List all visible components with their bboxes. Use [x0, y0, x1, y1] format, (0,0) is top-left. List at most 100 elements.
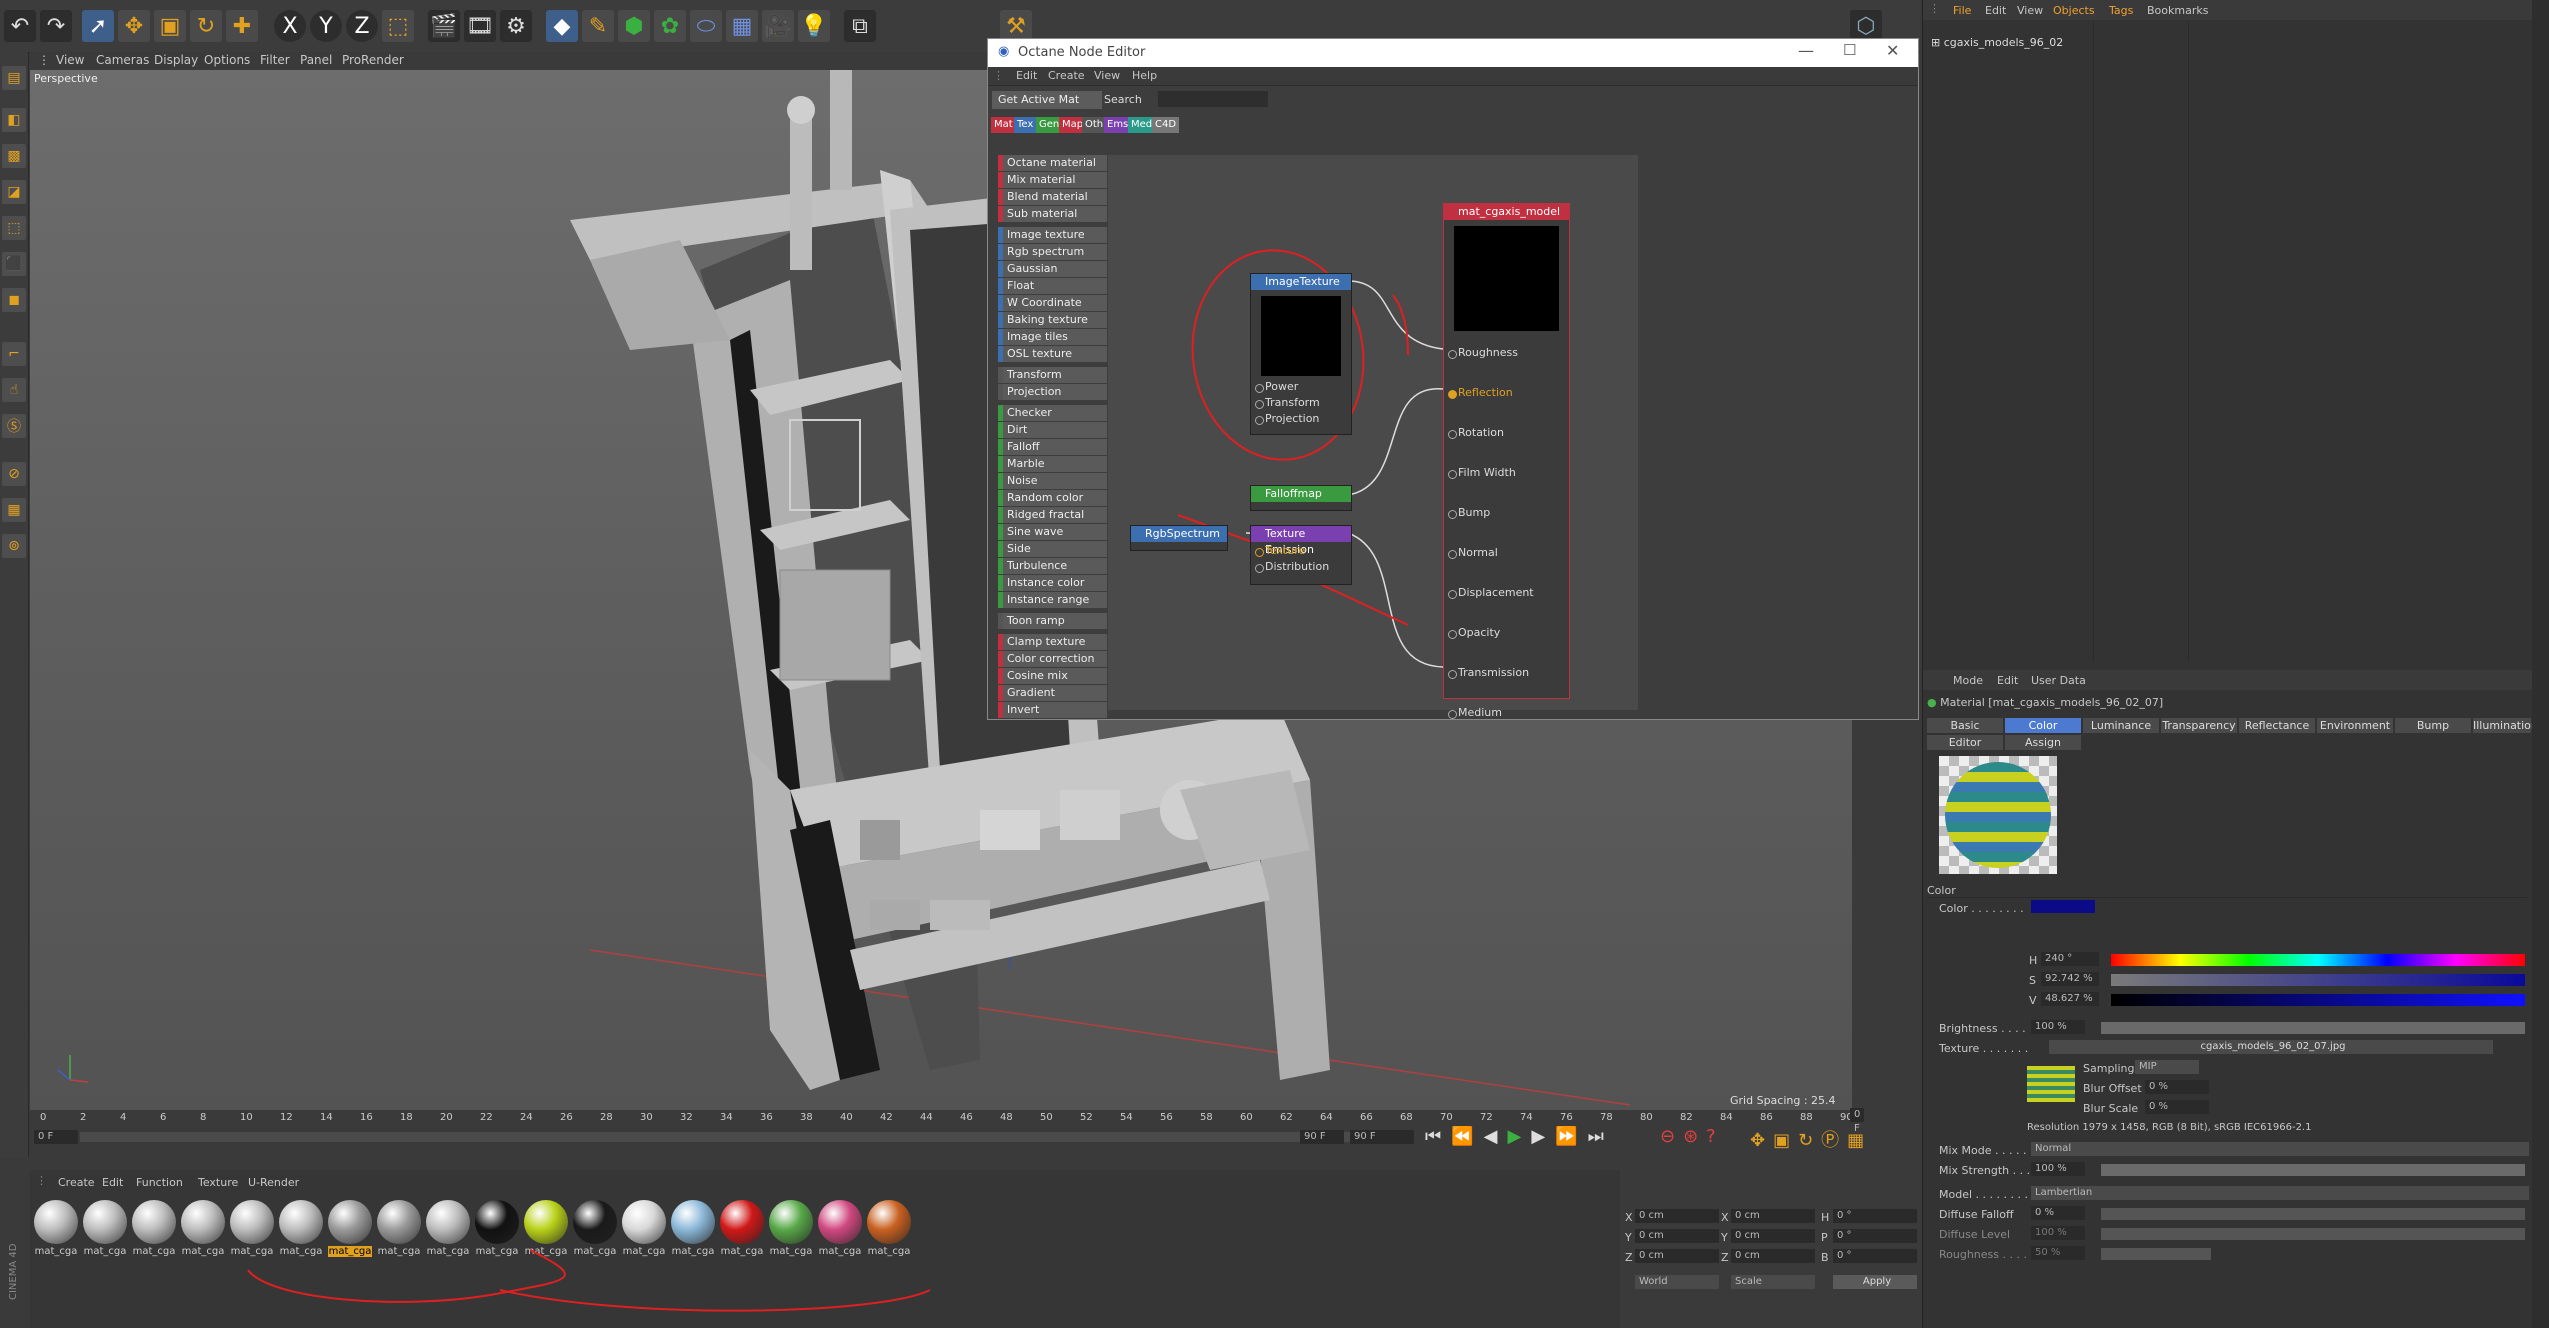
material-port-icon[interactable]	[1448, 430, 1457, 439]
rot-b-field[interactable]: 0 °	[1833, 1249, 1917, 1263]
material-port-icon[interactable]	[1448, 350, 1457, 359]
objects-menu-objects[interactable]: Objects	[2053, 4, 2095, 17]
tab-basic[interactable]: Basic	[1927, 718, 2003, 733]
node-list-item[interactable]: Instance color	[998, 575, 1107, 591]
objects-menu-view[interactable]: View	[2017, 4, 2043, 17]
material-port-icon[interactable]	[1448, 550, 1457, 559]
node-list-item[interactable]: Dirt	[998, 422, 1107, 438]
tab-color[interactable]: Color	[2005, 718, 2081, 733]
coord-y-field[interactable]: 0 cm	[1635, 1229, 1719, 1243]
node-list-item[interactable]: Sub material	[998, 206, 1107, 222]
diffuse-level-field[interactable]: 100 %	[2031, 1226, 2085, 1240]
diffuse-level-slider[interactable]	[2101, 1228, 2525, 1240]
scale-tool-icon[interactable]: ▣	[154, 10, 186, 42]
node-menu-view[interactable]: View	[1094, 69, 1120, 82]
objects-menu-bookmarks[interactable]: Bookmarks	[2147, 4, 2208, 17]
tab-editor[interactable]: Editor	[1927, 735, 2003, 750]
tab-environment[interactable]: Environment	[2317, 718, 2393, 733]
node-list-item[interactable]: Projection	[998, 384, 1107, 400]
render-picture-viewer-icon[interactable]: 🎞	[464, 10, 496, 42]
node-list-item[interactable]: Rgb spectrum	[998, 244, 1107, 260]
saturation-slider[interactable]	[2111, 974, 2525, 986]
transform-port-icon[interactable]	[1255, 400, 1264, 409]
image-texture-node[interactable]: ImageTexture Power Transform Projection	[1250, 273, 1352, 435]
diffuse-falloff-slider[interactable]	[2101, 1208, 2525, 1220]
x-axis-button[interactable]: X	[274, 10, 306, 42]
size-x-field[interactable]: 0 cm	[1731, 1209, 1815, 1223]
roughness-field[interactable]: 50 %	[2031, 1246, 2085, 1260]
polygons-mode-icon[interactable]: ◼	[2, 288, 26, 312]
record-controls[interactable]: ⊖⊛?	[1660, 1126, 1724, 1147]
cat-mat[interactable]: Mat	[991, 117, 1016, 133]
mix-strength-field[interactable]: 100 %	[2031, 1162, 2085, 1176]
timeline[interactable]: 0 2 4 6 8 10 12 14 16 18 20 22 24 26 28 30 32 34 36 38 40 42 4…	[30, 1108, 1864, 1151]
current-frame-field[interactable]: 0 F	[1850, 1108, 1864, 1134]
texture-mode-icon[interactable]: ▩	[2, 144, 26, 168]
size-y-field[interactable]: 0 cm	[1731, 1229, 1815, 1243]
node-list-item[interactable]: Cosine mix	[998, 668, 1107, 684]
color-swatch[interactable]	[2031, 900, 2095, 913]
texture-field[interactable]: cgaxis_models_96_02_07.jpg	[2049, 1040, 2493, 1054]
coord-z-field[interactable]: 0 cm	[1635, 1249, 1719, 1263]
node-list-item[interactable]: Turbulence	[998, 558, 1107, 574]
node-list-item[interactable]: Invert	[998, 702, 1107, 718]
node-menu-help[interactable]: Help	[1132, 69, 1157, 82]
menu-filter[interactable]: Filter	[260, 53, 290, 67]
tab-transparency[interactable]: Transparency	[2161, 718, 2237, 733]
coord-x-field[interactable]: 0 cm	[1635, 1209, 1719, 1223]
workplane-icon[interactable]: ◪	[2, 180, 26, 204]
snap-icon[interactable]: Ⓢ	[2, 414, 26, 438]
node-list-item[interactable]: Ridged fractal	[998, 507, 1107, 523]
select-tool-icon[interactable]: ➚	[82, 10, 114, 42]
node-list-item[interactable]: Baking texture	[998, 312, 1107, 328]
attr-menu-mode[interactable]: Mode	[1953, 674, 1983, 687]
attr-menu-user-data[interactable]: User Data	[2031, 674, 2086, 687]
node-list-item[interactable]: Falloff	[998, 439, 1107, 455]
model-mode-icon[interactable]: ◧	[2, 108, 26, 132]
node-list-item[interactable]: Clamp texture	[998, 634, 1107, 650]
keyframe-controls[interactable]: ✥▣↻Ⓟ▦	[1750, 1126, 1872, 1152]
v-field[interactable]: 48.627 %	[2041, 992, 2099, 1006]
attr-menu-edit[interactable]: Edit	[1997, 674, 2018, 687]
floor-icon[interactable]: ▦	[726, 10, 758, 42]
node-list-item[interactable]: Transform	[998, 367, 1107, 383]
undo-icon[interactable]: ↶	[4, 10, 36, 42]
tab-luminance[interactable]: Luminance	[2083, 718, 2159, 733]
frame-range-slider[interactable]	[80, 1132, 1360, 1142]
node-list-item[interactable]: Float	[998, 278, 1107, 294]
locked-workplane-icon[interactable]: ⊘	[2, 462, 26, 486]
tab-assign[interactable]: Assign	[2005, 735, 2081, 750]
search-input[interactable]	[1158, 91, 1268, 107]
material-node[interactable]: mat_cgaxis_model Roughness Reflection Rota…	[1443, 203, 1570, 719]
light-icon[interactable]: 💡	[798, 10, 830, 42]
blur-offset-field[interactable]: 0 %	[2145, 1080, 2209, 1094]
planar-workplane-icon[interactable]: ▦	[2, 498, 26, 522]
material-port-icon[interactable]	[1448, 510, 1457, 519]
menu-view[interactable]: View	[56, 53, 84, 67]
material-port-icon[interactable]	[1448, 390, 1457, 399]
material-port-icon[interactable]	[1448, 590, 1457, 599]
node-list-item[interactable]: Random color	[998, 490, 1107, 506]
node-list-item[interactable]: Side	[998, 541, 1107, 557]
rotate-tool-icon[interactable]: ↻	[190, 10, 222, 42]
octane-live-viewer-icon[interactable]: ⧉	[844, 10, 876, 42]
mix-strength-slider[interactable]	[2101, 1164, 2525, 1176]
camera-icon[interactable]: 🎥	[762, 10, 794, 42]
brightness-slider[interactable]	[2101, 1022, 2525, 1034]
menu-cameras[interactable]: Cameras	[96, 53, 149, 67]
menu-panel[interactable]: Panel	[300, 53, 332, 67]
scale-dropdown[interactable]: Scale	[1731, 1275, 1815, 1289]
cat-oth[interactable]: Oth	[1082, 117, 1107, 133]
start-frame-field[interactable]: 0 F	[34, 1130, 78, 1144]
node-list-item[interactable]: Mix material	[998, 172, 1107, 188]
sampling-dropdown[interactable]: MIP	[2135, 1060, 2199, 1074]
model-dropdown[interactable]: Lambertian	[2031, 1186, 2529, 1200]
world-dropdown[interactable]: World	[1635, 1275, 1719, 1289]
node-list-item[interactable]: Blend material	[998, 189, 1107, 205]
material-port-icon[interactable]	[1448, 470, 1457, 479]
hue-slider[interactable]	[2111, 954, 2525, 966]
get-active-mat-button[interactable]: Get Active Mat	[992, 91, 1102, 109]
axis-icon[interactable]: ⌐	[2, 342, 26, 366]
redo-icon[interactable]: ↷	[40, 10, 72, 42]
node-list-item[interactable]: OSL texture	[998, 346, 1107, 362]
